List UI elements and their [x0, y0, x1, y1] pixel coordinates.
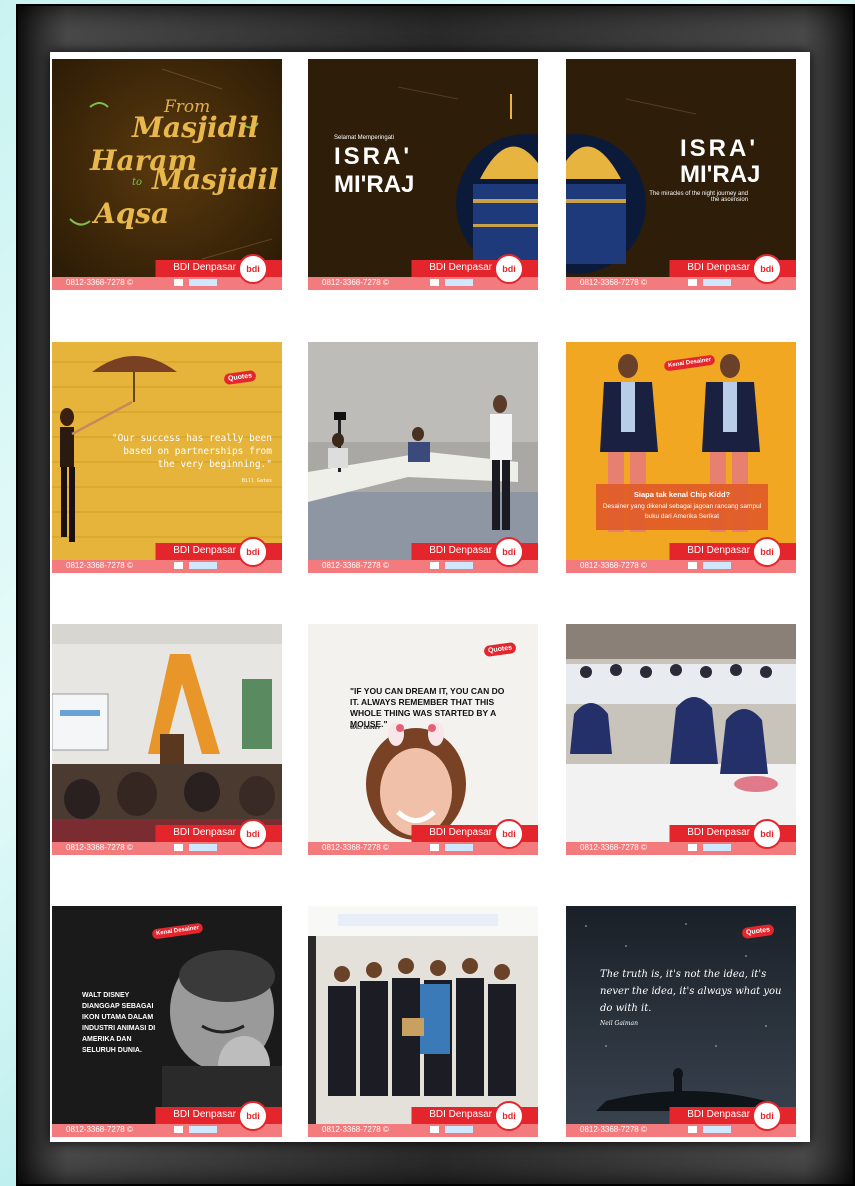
- isra-title: ISRA': [334, 143, 413, 170]
- quote-text: "Our success has really been based on pa…: [111, 433, 272, 470]
- chip-kidd-heading: Siapa tak kenal Chip Kidd?: [633, 490, 731, 499]
- walt-disney-description: WALT DISNEY DIANGGAP SEBAGAI IKON UTAMA …: [82, 992, 156, 1054]
- tile-walt-disney-designer[interactable]: Kenal Desainer WALT DISNEY DIANGGAP SEBA…: [52, 906, 282, 1137]
- isra-title: ISRA': [680, 135, 759, 162]
- brand-label: BDI Denpasar: [429, 262, 492, 273]
- title-line-to: to: [132, 177, 143, 188]
- partner-logos-icon: [174, 1126, 244, 1135]
- partner-logos-icon: [430, 279, 500, 288]
- title-line-masjidil-1: Masjidil: [132, 111, 259, 144]
- tile-isra-miraj-night-journey[interactable]: ISRA' MI'RAJ The miracles of the night j…: [566, 59, 796, 290]
- brand-label: BDI Denpasar: [429, 545, 492, 556]
- tile-footer: BDI Denpasar 0812-3368-7278 © bdi: [52, 1101, 282, 1137]
- bdi-logo-icon: bdi: [494, 1101, 524, 1131]
- partner-logos-icon: [688, 1126, 758, 1135]
- title-line-aqsa: Aqsa: [94, 197, 170, 230]
- phone-label: 0812-3368-7278 ©: [580, 278, 647, 287]
- tile-footer: BDI Denpasar 0812-3368-7278 © bdi: [566, 819, 796, 855]
- phone-label: 0812-3368-7278 ©: [66, 1125, 133, 1134]
- phone-label: 0812-3368-7278 ©: [322, 1125, 389, 1134]
- brand-label: BDI Denpasar: [687, 827, 750, 838]
- partner-logos-icon: [174, 562, 244, 571]
- phone-label: 0812-3368-7278 ©: [66, 561, 133, 570]
- brand-label: BDI Denpasar: [173, 262, 236, 273]
- bdi-logo-icon: bdi: [752, 1101, 782, 1131]
- quote-text: "IF YOU CAN DREAM IT, YOU CAN DO IT. ALW…: [350, 686, 505, 729]
- tile-footer: BDI Denpasar 0812-3368-7278 © bdi: [308, 1101, 538, 1137]
- title-line-masjidil-2: Masjidil: [152, 163, 279, 196]
- chip-kidd-description: Desainer yang dikenal sebagai jagoan ran…: [602, 503, 762, 520]
- partner-logos-icon: [174, 279, 244, 288]
- brand-label: BDI Denpasar: [687, 262, 750, 273]
- image-grid: From Masjidil Haram to Masjidil Aqsa BDI…: [50, 52, 810, 1142]
- phone-label: 0812-3368-7278 ©: [580, 561, 647, 570]
- quote-author: WALT DISNEY: [350, 725, 381, 730]
- tile-quote-walt-disney[interactable]: Quotes "IF YOU CAN DREAM IT, YOU CAN DO …: [308, 624, 538, 855]
- tile-footer: BDI Denpasar 0812-3368-7278 © bdi: [308, 537, 538, 573]
- tile-footer: BDI Denpasar 0812-3368-7278 © bdi: [566, 537, 796, 573]
- phone-label: 0812-3368-7278 ©: [322, 843, 389, 852]
- tile-footer: BDI Denpasar 0812-3368-7278 © bdi: [308, 819, 538, 855]
- bdi-logo-icon: bdi: [752, 819, 782, 849]
- partner-logos-icon: [688, 562, 758, 571]
- subtitle-text: The miracles of the night journey and th…: [649, 191, 748, 203]
- partner-logos-icon: [688, 844, 758, 853]
- quote-author: Bill Gates: [241, 478, 272, 484]
- partner-logos-icon: [174, 844, 244, 853]
- bdi-logo-icon: bdi: [238, 254, 268, 284]
- tile-chip-kidd[interactable]: Kenal Desainer Siapa tak kenal Chip Kidd…: [566, 342, 796, 573]
- phone-label: 0812-3368-7278 ©: [322, 278, 389, 287]
- tile-footer: BDI Denpasar 0812-3368-7278 © bdi: [52, 537, 282, 573]
- partner-logos-icon: [430, 562, 500, 571]
- bdi-logo-icon: bdi: [494, 819, 524, 849]
- bdi-logo-icon: bdi: [238, 819, 268, 849]
- partner-logos-icon: [688, 279, 758, 288]
- tile-footer: BDI Denpasar 0812-3368-7278 © bdi: [52, 254, 282, 290]
- bdi-logo-icon: bdi: [752, 537, 782, 567]
- tile-seminar-photo[interactable]: BDI Denpasar 0812-3368-7278 © bdi: [52, 624, 282, 855]
- bdi-logo-icon: bdi: [238, 1101, 268, 1131]
- tile-isra-miraj-dome[interactable]: Selamat Memperingati ISRA' MI'RAJ BDI De…: [308, 59, 538, 290]
- bdi-logo-icon: bdi: [238, 537, 268, 567]
- brand-label: BDI Denpasar: [173, 545, 236, 556]
- miraj-title: MI'RAJ: [334, 171, 415, 198]
- brand-label: BDI Denpasar: [687, 1109, 750, 1120]
- partner-logos-icon: [430, 844, 500, 853]
- greeting-text: Selamat Memperingati: [334, 135, 395, 141]
- partner-logos-icon: [430, 1126, 500, 1135]
- phone-label: 0812-3368-7278 ©: [580, 1125, 647, 1134]
- phone-label: 0812-3368-7278 ©: [66, 843, 133, 852]
- bdi-logo-icon: bdi: [494, 254, 524, 284]
- phone-label: 0812-3368-7278 ©: [66, 278, 133, 287]
- phone-label: 0812-3368-7278 ©: [580, 843, 647, 852]
- tile-quote-bill-gates[interactable]: Quotes "Our success has really been base…: [52, 342, 282, 573]
- tile-footer: BDI Denpasar 0812-3368-7278 © bdi: [308, 254, 538, 290]
- tile-quote-neil-gaiman[interactable]: Quotes The truth is, it's not the idea, …: [566, 906, 796, 1137]
- quote-author: Neil Gaiman: [600, 1020, 638, 1027]
- bdi-logo-icon: bdi: [752, 254, 782, 284]
- brand-label: BDI Denpasar: [429, 1109, 492, 1120]
- brand-label: BDI Denpasar: [687, 545, 750, 556]
- quote-text: The truth is, it's not the idea, it's ne…: [600, 969, 782, 1014]
- brand-label: BDI Denpasar: [173, 827, 236, 838]
- tile-footer: BDI Denpasar 0812-3368-7278 © bdi: [52, 819, 282, 855]
- miraj-title: MI'RAJ: [680, 161, 761, 188]
- tile-students-photo[interactable]: BDI Denpasar 0812-3368-7278 © bdi: [566, 624, 796, 855]
- brand-label: BDI Denpasar: [429, 827, 492, 838]
- tile-group-photo[interactable]: BDI Denpasar 0812-3368-7278 © bdi: [308, 906, 538, 1137]
- phone-label: 0812-3368-7278 ©: [322, 561, 389, 570]
- tile-masjidil-aqsa[interactable]: From Masjidil Haram to Masjidil Aqsa BDI…: [52, 59, 282, 290]
- bdi-logo-icon: bdi: [494, 537, 524, 567]
- tile-footer: BDI Denpasar 0812-3368-7278 © bdi: [566, 1101, 796, 1137]
- brand-label: BDI Denpasar: [173, 1109, 236, 1120]
- tile-footer: BDI Denpasar 0812-3368-7278 © bdi: [566, 254, 796, 290]
- tile-meeting-room-photo[interactable]: BDI Denpasar 0812-3368-7278 © bdi: [308, 342, 538, 573]
